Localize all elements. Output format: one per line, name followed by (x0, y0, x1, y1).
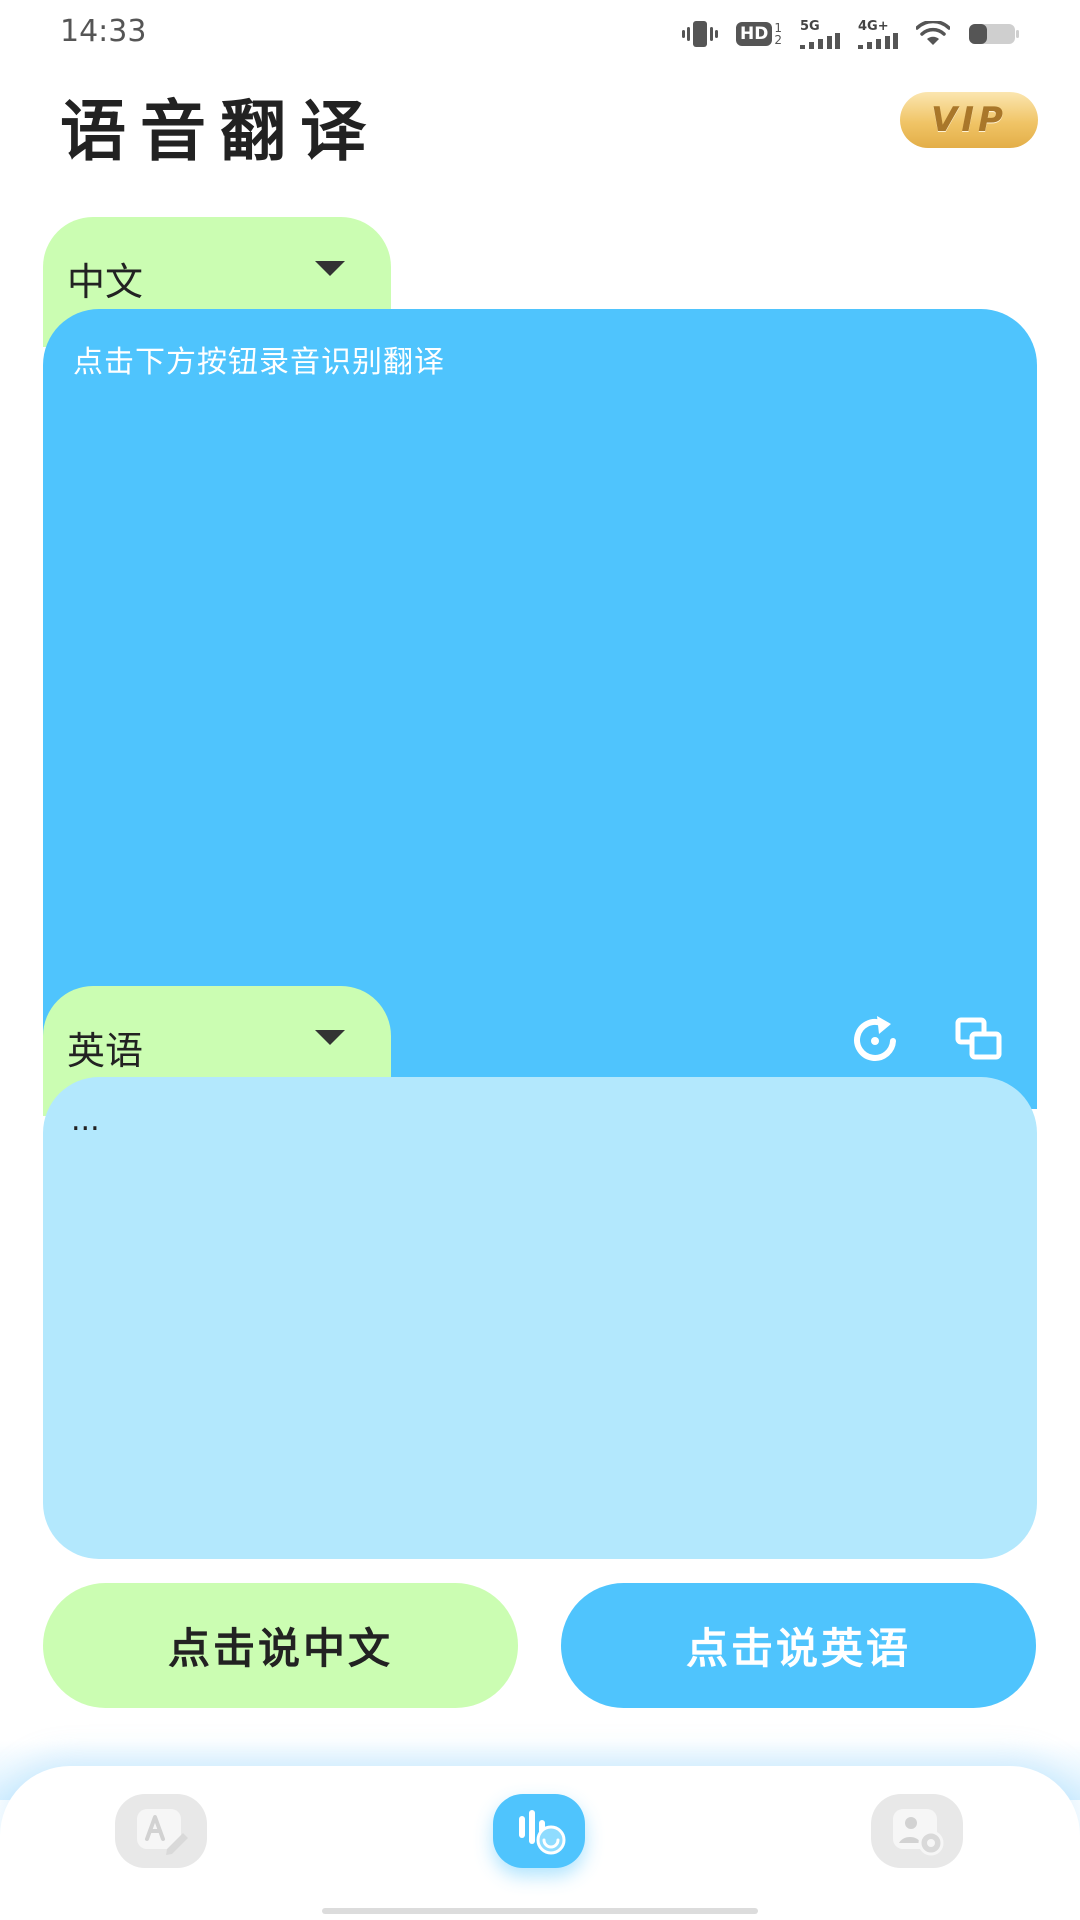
nav-text-translate[interactable] (115, 1794, 207, 1868)
voice-translate-icon (519, 1810, 566, 1855)
copy-icon (955, 1017, 1002, 1060)
source-hint: 点击下方按钮录音识别翻译 (73, 345, 445, 380)
status-bar: 14:33 HD 12 5G 4G+ (0, 0, 1080, 66)
text-translate-icon (137, 1809, 188, 1855)
photo-translate-icon (893, 1809, 944, 1856)
translation-result-text: ... (71, 1103, 100, 1138)
signal-bars-icon (800, 32, 840, 49)
page-title: 语音翻译 (60, 92, 380, 170)
speak-english-button[interactable]: 点击说英语 (561, 1583, 1036, 1708)
caret-down-icon (315, 261, 345, 276)
hd-label: HD (736, 22, 773, 46)
vip-button[interactable]: VIP (900, 92, 1038, 148)
battery-icon (969, 24, 1019, 44)
bottom-nav (0, 1766, 1080, 1920)
status-time: 14:33 (60, 14, 147, 49)
network-4g-label: 4G+ (858, 18, 889, 34)
signal-5g: 5G (800, 20, 840, 49)
hd-sim2: 2 (774, 33, 782, 47)
network-5g-label: 5G (800, 18, 820, 34)
signal-bars-icon (858, 32, 898, 49)
home-indicator[interactable] (322, 1908, 758, 1914)
translation-result-panel: ... (43, 1077, 1037, 1559)
wifi-icon (916, 21, 950, 45)
copy-button[interactable] (953, 1013, 1005, 1065)
source-language-label: 中文 (67, 260, 144, 304)
signal-4g: 4G+ (858, 20, 898, 49)
nav-photo-translate[interactable] (871, 1794, 963, 1868)
speak-chinese-button[interactable]: 点击说中文 (43, 1583, 518, 1708)
refresh-button[interactable] (851, 1013, 903, 1065)
status-icons: HD 12 5G 4G+ (682, 16, 1020, 52)
refresh-icon (854, 1016, 896, 1061)
caret-down-icon (315, 1030, 345, 1045)
hd-indicator: HD 12 (736, 22, 782, 46)
vibrate-icon (682, 21, 719, 47)
nav-voice-translate[interactable] (493, 1794, 585, 1868)
target-language-label: 英语 (67, 1029, 144, 1073)
